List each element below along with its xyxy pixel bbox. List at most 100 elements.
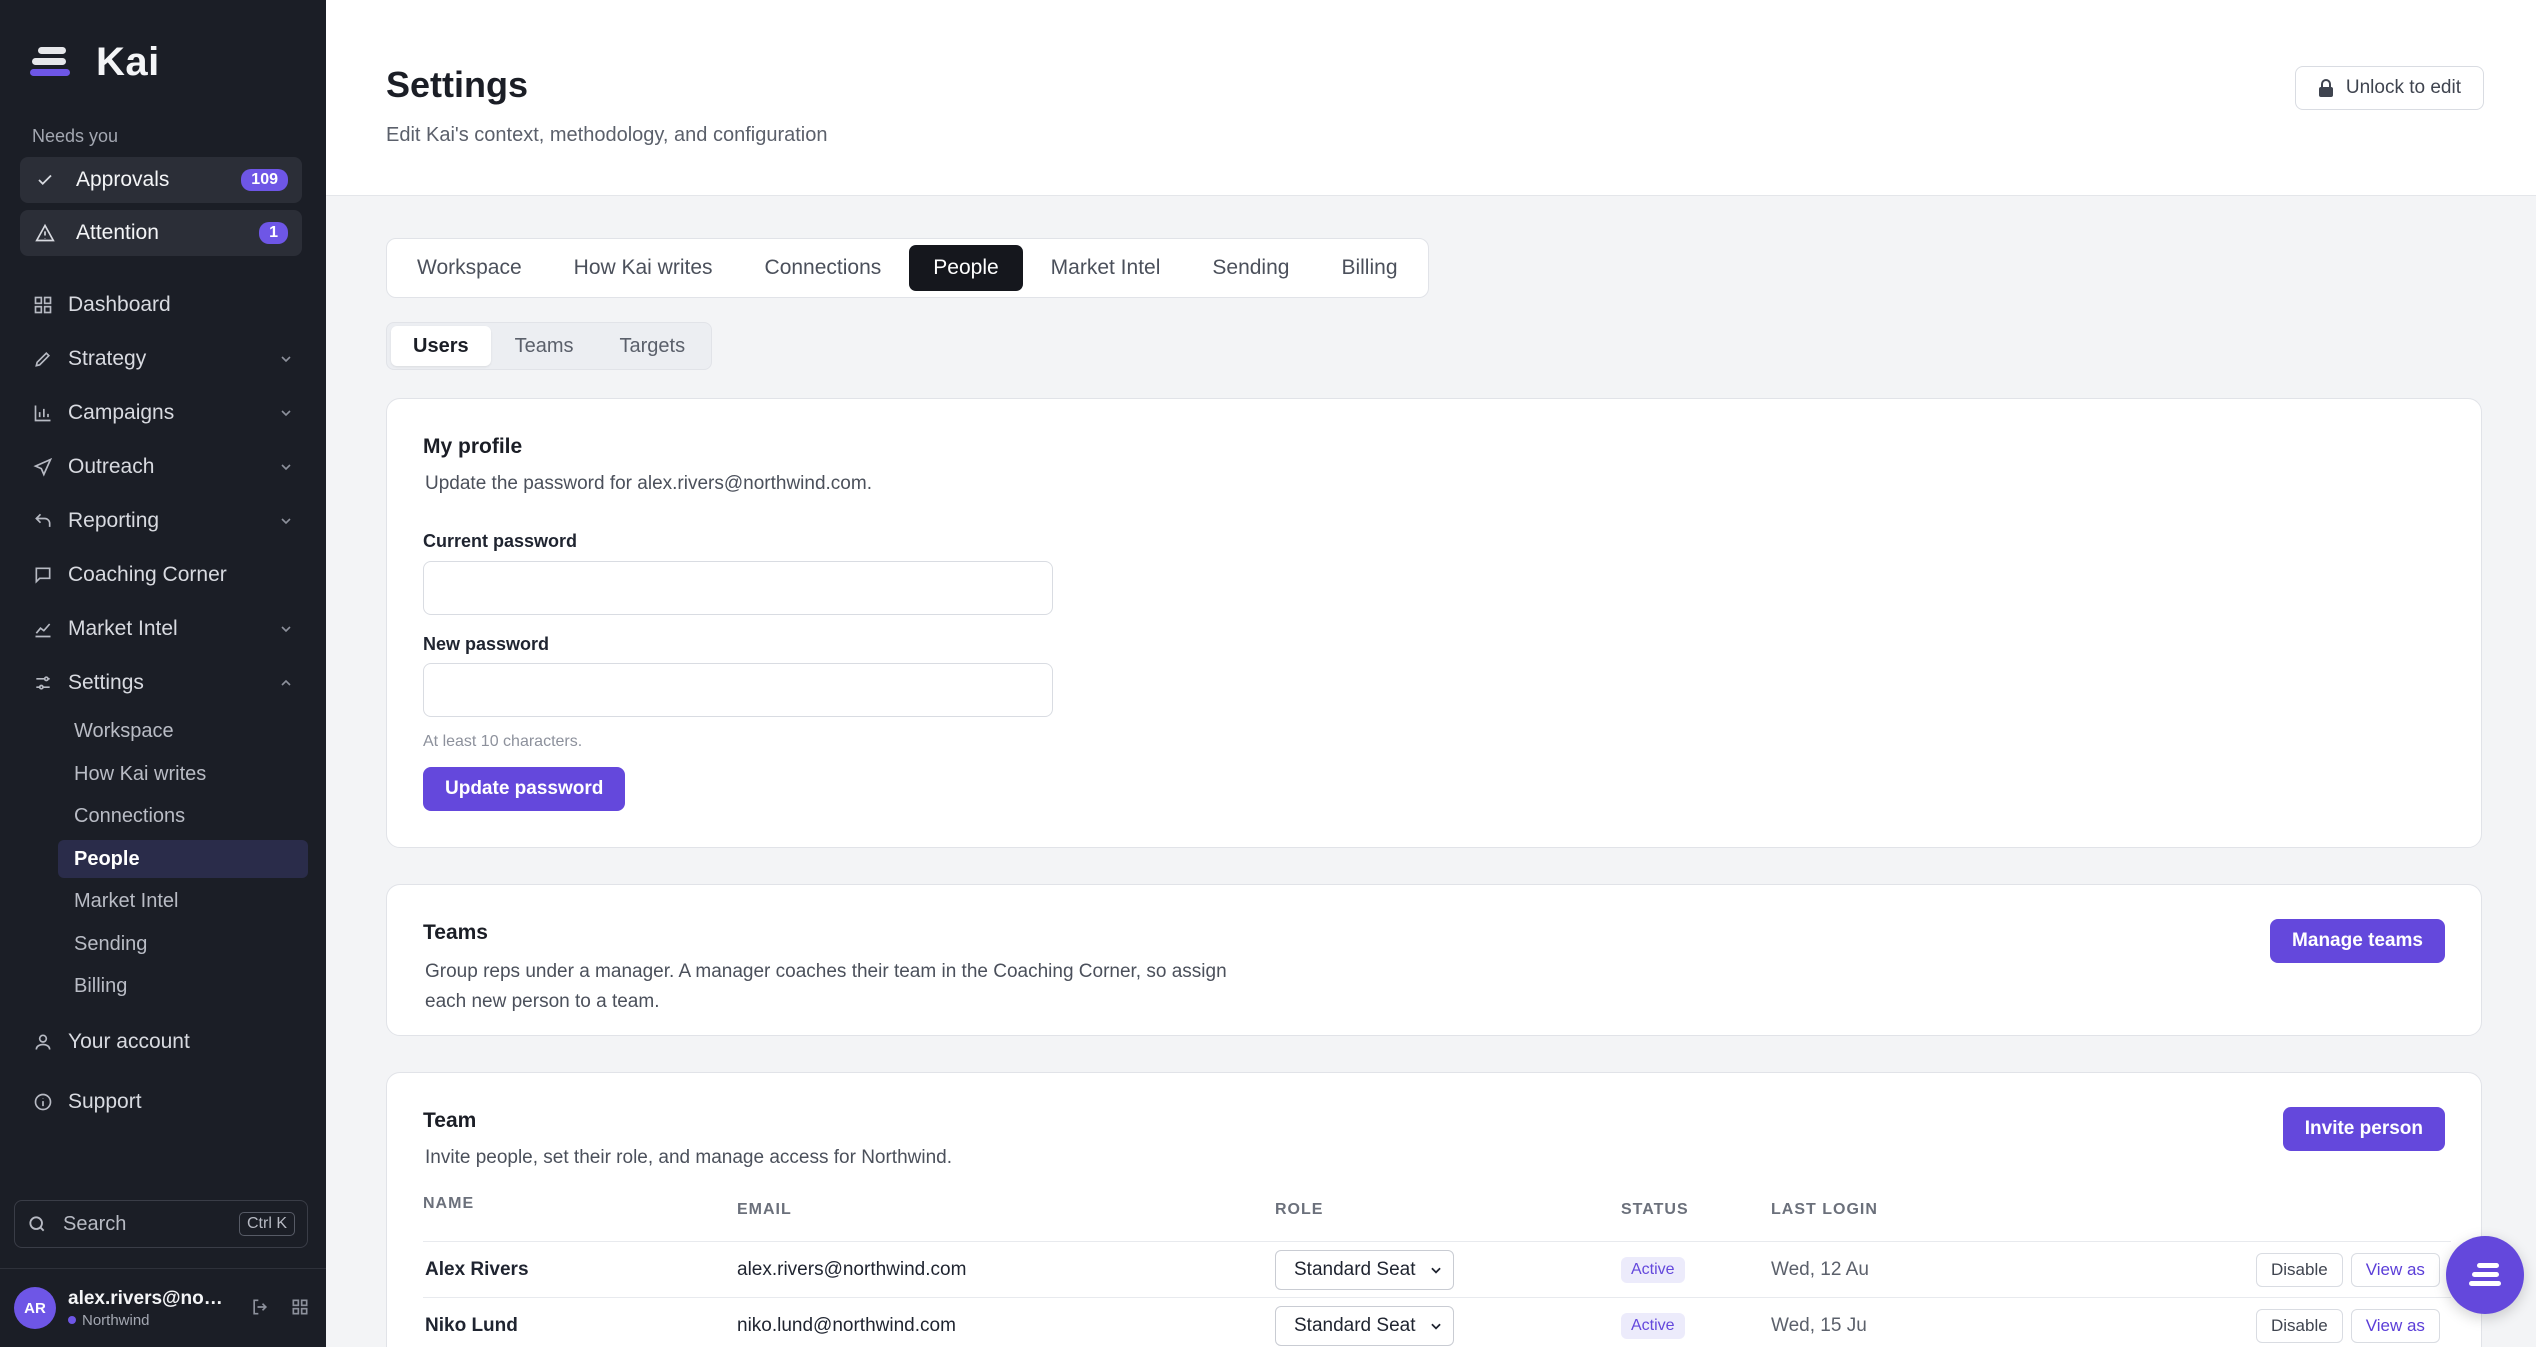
- tab-billing[interactable]: Billing: [1317, 245, 1421, 291]
- sidebar-item-outreach[interactable]: Outreach: [22, 444, 304, 490]
- password-hint: At least 10 characters.: [423, 733, 583, 750]
- info-icon: [32, 1091, 54, 1113]
- new-password-input[interactable]: [423, 663, 1053, 717]
- my-profile-card: My profile Update the password for alex.…: [386, 398, 2482, 848]
- row-email: alex.rivers@northwind.com: [737, 1259, 967, 1280]
- sliders-icon: [32, 672, 54, 694]
- table-row: Alex Rivers alex.rivers@northwind.com St…: [423, 1241, 2451, 1297]
- chevron-up-icon[interactable]: [278, 675, 294, 691]
- role-value: Standard Seat: [1294, 1315, 1416, 1336]
- row-last-login: Wed, 12 Au: [1771, 1259, 1869, 1280]
- sidebar-item-support[interactable]: Support: [22, 1079, 304, 1125]
- subtab-targets[interactable]: Targets: [598, 326, 708, 366]
- role-select[interactable]: Standard Seat: [1275, 1250, 1455, 1290]
- dashboard-label: Dashboard: [68, 293, 171, 316]
- settings-sub-how-kai-writes[interactable]: How Kai writes: [58, 755, 308, 793]
- sidebar-item-coaching-corner[interactable]: Coaching Corner: [22, 552, 304, 598]
- settings-label: Settings: [68, 671, 144, 694]
- avatar[interactable]: AR: [14, 1287, 56, 1329]
- subtab-teams[interactable]: Teams: [493, 326, 596, 366]
- current-password-input[interactable]: [423, 561, 1053, 615]
- send-icon: [32, 456, 54, 478]
- view-as-button[interactable]: View as: [2350, 1309, 2440, 1343]
- chevron-down-icon[interactable]: [278, 513, 294, 529]
- disable-button[interactable]: Disable: [2256, 1309, 2343, 1343]
- org-dot: [68, 1316, 76, 1324]
- column-last-login: LAST LOGIN: [1771, 1201, 1878, 1218]
- disable-button[interactable]: Disable: [2256, 1253, 2343, 1287]
- tab-how-kai-writes[interactable]: How Kai writes: [550, 245, 737, 291]
- team-title: Team: [423, 1109, 477, 1132]
- reply-icon: [32, 510, 54, 532]
- settings-sub-workspace[interactable]: Workspace: [58, 712, 308, 750]
- unlock-label: Unlock to edit: [2345, 77, 2461, 98]
- chevron-down-icon[interactable]: [278, 351, 294, 367]
- row-name: Niko Lund: [425, 1315, 518, 1336]
- team-description: Invite people, set their role, and manag…: [425, 1147, 953, 1168]
- role-select[interactable]: Standard Seat: [1275, 1306, 1455, 1346]
- teams-title: Teams: [423, 921, 488, 944]
- settings-sub-connections[interactable]: Connections: [58, 797, 308, 835]
- settings-sub-sending[interactable]: Sending: [58, 925, 308, 963]
- sidebar-item-strategy[interactable]: Strategy: [22, 336, 304, 382]
- search-button[interactable]: Search Ctrl K: [14, 1200, 308, 1248]
- sidebar-item-campaigns[interactable]: Campaigns: [22, 390, 304, 436]
- profile-description: Update the password for alex.rivers@nort…: [425, 473, 872, 494]
- sidebar-item-reporting[interactable]: Reporting: [22, 498, 304, 544]
- sidebar-item-market-intel[interactable]: Market Intel: [22, 606, 304, 652]
- subtab-users[interactable]: Users: [391, 326, 491, 366]
- warning-icon: [34, 222, 56, 244]
- column-name: NAME: [423, 1195, 475, 1212]
- chevron-down-icon[interactable]: [278, 405, 294, 421]
- kai-assistant-button[interactable]: [2446, 1236, 2524, 1314]
- bar-chart-icon: [32, 402, 54, 424]
- tab-workspace[interactable]: Workspace: [393, 245, 546, 291]
- column-status: STATUS: [1621, 1201, 1689, 1218]
- teams-description: Group reps under a manager. A manager co…: [425, 957, 1227, 1017]
- column-email: EMAIL: [737, 1201, 792, 1218]
- lock-icon: [2318, 79, 2333, 97]
- logout-icon[interactable]: [250, 1297, 272, 1319]
- tab-sending[interactable]: Sending: [1188, 245, 1313, 291]
- user-org: Northwind: [68, 1312, 228, 1329]
- grid-icon: [32, 294, 54, 316]
- settings-sub-billing[interactable]: Billing: [58, 967, 308, 1005]
- attention-label: Attention: [76, 221, 159, 244]
- brand[interactable]: Kai: [30, 40, 160, 84]
- chat-icon: [32, 564, 54, 586]
- apps-grid-icon[interactable]: [290, 1297, 312, 1319]
- coaching-label: Coaching Corner: [68, 563, 227, 586]
- search-icon: [29, 1216, 45, 1232]
- tab-connections[interactable]: Connections: [741, 245, 906, 291]
- sidebar-item-settings[interactable]: Settings: [22, 660, 304, 706]
- chevron-down-icon[interactable]: [278, 621, 294, 637]
- reporting-label: Reporting: [68, 509, 160, 532]
- role-value: Standard Seat: [1294, 1259, 1416, 1280]
- strategy-label: Strategy: [68, 347, 147, 370]
- sidebar-item-your-account[interactable]: Your account: [22, 1019, 304, 1065]
- settings-sub-market-intel[interactable]: Market Intel: [58, 882, 308, 920]
- settings-sub-people[interactable]: People: [58, 840, 308, 878]
- kai-logo-icon: [30, 45, 72, 79]
- chevron-down-icon[interactable]: [278, 459, 294, 475]
- tab-market-intel[interactable]: Market Intel: [1027, 245, 1185, 291]
- tab-people[interactable]: People: [909, 245, 1023, 291]
- invite-person-button[interactable]: Invite person: [2282, 1107, 2445, 1151]
- update-password-button[interactable]: Update password: [423, 767, 626, 811]
- chevron-down-icon: [1431, 1267, 1442, 1274]
- status-badge: Active: [1621, 1313, 1685, 1339]
- user-email: alex.rivers@northwind.com: [68, 1287, 228, 1309]
- sidebar-item-dashboard[interactable]: Dashboard: [22, 282, 304, 328]
- pencil-icon: [32, 348, 54, 370]
- user-bar: AR alex.rivers@northwind.com Northwind: [0, 1268, 326, 1347]
- sidebar: Kai Needs you Approvals 109 Attention 1 …: [0, 0, 326, 1347]
- sidebar-item-approvals[interactable]: Approvals 109: [20, 157, 302, 203]
- check-icon: [34, 169, 56, 191]
- manage-teams-button[interactable]: Manage teams: [2270, 919, 2445, 963]
- column-role: ROLE: [1275, 1201, 1324, 1218]
- view-as-button[interactable]: View as: [2350, 1253, 2440, 1287]
- sidebar-item-attention[interactable]: Attention 1: [20, 210, 302, 256]
- user-icon: [32, 1031, 54, 1053]
- attention-count-badge: 1: [259, 222, 288, 244]
- unlock-to-edit-button[interactable]: Unlock to edit: [2294, 66, 2484, 110]
